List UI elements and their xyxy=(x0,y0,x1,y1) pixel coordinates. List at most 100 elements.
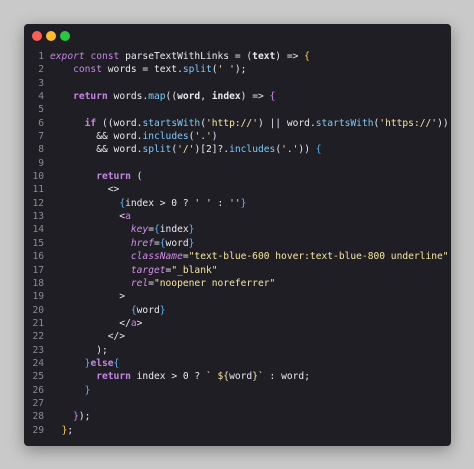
line-source: export const parseTextWithLinks = (text)… xyxy=(50,50,310,63)
line-source: </a> xyxy=(50,317,142,330)
code-token: } xyxy=(84,384,91,396)
code-line: 20 {word} xyxy=(24,304,451,317)
code-token: includes xyxy=(142,131,189,143)
line-source: {word} xyxy=(50,304,166,317)
line-number: 21 xyxy=(32,317,44,329)
line-number: 16 xyxy=(32,251,44,263)
code-token: )) xyxy=(437,117,449,129)
code-token: ) xyxy=(211,131,218,143)
code-token: '.' xyxy=(194,131,212,143)
code-token: key xyxy=(130,224,149,236)
code-line: 6 if ((word.startsWith('http://') || wor… xyxy=(24,117,451,130)
line-source: <> xyxy=(50,183,120,196)
code-token: text xyxy=(252,51,276,62)
code-token: if xyxy=(84,117,102,129)
code-token: } xyxy=(240,197,247,209)
line-number: 25 xyxy=(32,371,44,383)
code-line: 1 export const parseTextWithLinks = (text… xyxy=(24,50,451,63)
code-line: 3 xyxy=(24,77,451,90)
line-source: }else{ xyxy=(50,357,120,370)
code-token: className xyxy=(130,251,183,263)
line-source: key={index} xyxy=(50,223,195,236)
code-line: 4 return words.map((word, index) => { xyxy=(24,90,451,103)
line-source: if ((word.startsWith('http://') || word.… xyxy=(50,117,449,130)
code-line: 19 > xyxy=(24,290,451,303)
line-number: 14 xyxy=(32,224,44,236)
line-number: 7 xyxy=(38,131,44,143)
line-source: rel="noopener noreferrer" xyxy=(50,277,275,290)
line-number: 4 xyxy=(38,91,44,103)
zoom-window-icon[interactable] xyxy=(60,31,70,41)
line-number: 22 xyxy=(32,331,44,343)
code-token: '.' xyxy=(281,144,299,156)
code-window: 1 export const parseTextWithLinks = (text… xyxy=(24,24,451,446)
code-token: } xyxy=(188,224,195,236)
code-line: 25 return index > 0 ? ` ${word}` : word; xyxy=(24,370,451,383)
code-token: parseTextWithLinks xyxy=(125,51,235,62)
line-number: 3 xyxy=(38,77,44,89)
code-line: 9 xyxy=(24,157,451,170)
code-token: words xyxy=(107,64,143,76)
code-token: "text-blue-600 hover:text-blue-800 under… xyxy=(188,251,449,263)
code-token: ); xyxy=(234,64,247,76)
line-number: 26 xyxy=(32,384,44,396)
code-token: includes xyxy=(229,144,276,156)
code-line: 14 key={index} xyxy=(24,223,451,236)
code-line: 7 && word.includes('.') xyxy=(24,130,451,143)
code-token: word xyxy=(165,237,189,249)
code-token: split xyxy=(142,144,172,156)
code-token: { xyxy=(113,357,120,369)
code-token: index xyxy=(136,371,172,383)
code-line: 23 ); xyxy=(24,344,451,357)
code-token: && xyxy=(50,144,114,156)
line-number: 11 xyxy=(32,184,44,196)
code-line: 16 className="text-blue-600 hover:text-b… xyxy=(24,250,451,263)
code-token: ) || xyxy=(257,117,287,129)
line-source: return ( xyxy=(50,170,142,183)
code-token: index xyxy=(211,91,241,103)
code-token: > 0 ? xyxy=(171,371,206,383)
code-token: }` xyxy=(252,371,264,383)
code-token: ( xyxy=(136,171,143,183)
line-number: 5 xyxy=(38,104,44,116)
code-token: = xyxy=(142,64,154,76)
code-token: (( xyxy=(101,117,114,129)
code-token: > xyxy=(136,317,143,329)
code-token: = ( xyxy=(234,51,253,62)
code-token: map xyxy=(148,91,166,103)
code-line: 21 </a> xyxy=(24,317,451,330)
code-line: 18 rel="noopener noreferrer" xyxy=(24,277,451,290)
code-token: a xyxy=(125,211,131,223)
line-source: </> xyxy=(50,330,125,343)
code-line: 13 <a xyxy=(24,210,451,223)
line-number: 8 xyxy=(38,144,44,156)
code-token: word xyxy=(113,144,137,156)
code-line: 28 }); xyxy=(24,410,451,423)
line-number: 29 xyxy=(32,424,44,436)
minimize-window-icon[interactable] xyxy=(46,31,56,41)
code-editor[interactable]: 1 export const parseTextWithLinks = (text… xyxy=(24,50,451,446)
code-token: "noopener noreferrer" xyxy=(153,277,276,289)
code-line: 15 href={word} xyxy=(24,237,451,250)
line-number: 20 xyxy=(32,304,44,316)
code-token: const xyxy=(73,64,108,76)
code-token: 'https://' xyxy=(379,117,438,129)
line-number: 27 xyxy=(32,397,44,409)
close-window-icon[interactable] xyxy=(32,31,42,41)
line-number: 18 xyxy=(32,277,44,289)
code-token: <> xyxy=(50,184,120,196)
code-token: } xyxy=(159,304,166,316)
code-token: split xyxy=(182,64,212,76)
